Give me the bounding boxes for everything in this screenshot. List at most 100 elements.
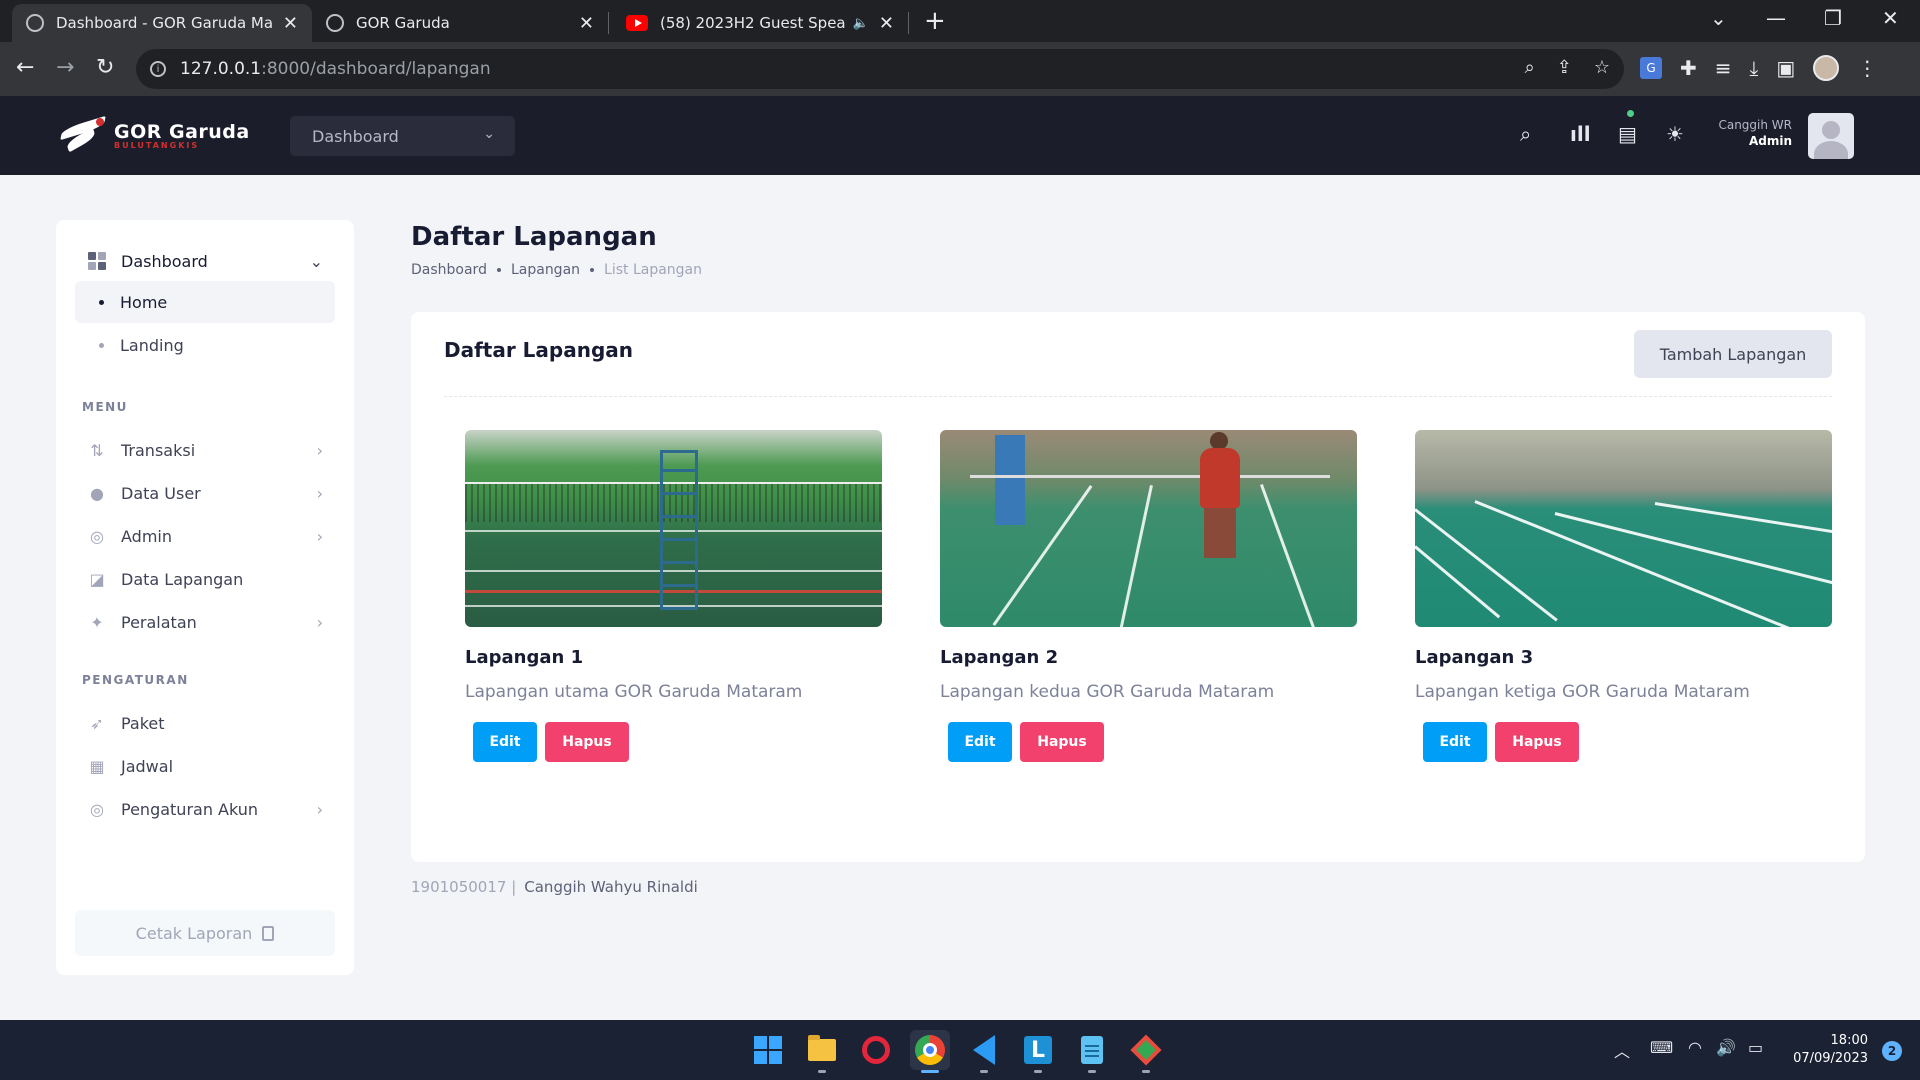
brand-title: GOR Garuda bbox=[114, 120, 250, 143]
court-description: Lapangan kedua GOR Garuda Mataram bbox=[940, 682, 1275, 702]
delete-button[interactable]: Hapus bbox=[1495, 722, 1579, 762]
download-icon[interactable]: ⤓ bbox=[1750, 56, 1759, 80]
url-path: :8000/dashboard/lapangan bbox=[261, 59, 491, 79]
delete-button[interactable]: Hapus bbox=[545, 722, 629, 762]
chat-icon[interactable]: ▤ bbox=[1618, 122, 1637, 146]
sidebar-item-label: Landing bbox=[120, 335, 184, 355]
taskbar-git[interactable] bbox=[1126, 1030, 1166, 1073]
speaker-icon[interactable]: 🔈 bbox=[853, 16, 869, 31]
breadcrumb-lapangan[interactable]: Lapangan bbox=[511, 262, 580, 278]
court-image bbox=[940, 430, 1357, 627]
site-info-icon[interactable]: i bbox=[150, 61, 166, 77]
omnibox-actions: ⌕ ⇪ ☆ bbox=[1525, 57, 1610, 78]
notification-center-badge[interactable]: 2 bbox=[1882, 1041, 1902, 1061]
media-control-icon[interactable]: ≡ bbox=[1715, 56, 1732, 80]
delete-button[interactable]: Hapus bbox=[1020, 722, 1104, 762]
tab-dashboard[interactable]: Dashboard - GOR Garuda Matara ✕ bbox=[12, 4, 312, 42]
page-title: Daftar Lapangan bbox=[411, 222, 657, 252]
zoom-icon[interactable]: ⌕ bbox=[1525, 57, 1535, 78]
menu-kebab-icon[interactable]: ⋮ bbox=[1857, 56, 1877, 80]
breadcrumb-separator bbox=[590, 268, 595, 272]
sidebar-item-label: Home bbox=[120, 292, 168, 312]
tab-title: Dashboard - GOR Garuda Matara bbox=[56, 14, 273, 32]
card-divider bbox=[444, 396, 1832, 397]
sidebar-item-pengaturan-akun[interactable]: ◎ Pengaturan Akun › bbox=[75, 788, 335, 830]
sidebar-item-label: Pengaturan Akun bbox=[121, 799, 259, 819]
translate-icon[interactable]: G bbox=[1640, 57, 1662, 79]
edit-button[interactable]: Edit bbox=[948, 722, 1012, 762]
maximize-button[interactable]: ❐ bbox=[1824, 6, 1842, 30]
minimize-button[interactable]: — bbox=[1766, 6, 1786, 30]
show-hidden-icons-chevron-icon[interactable]: ︿ bbox=[1614, 1038, 1630, 1062]
taskbar-vscode[interactable] bbox=[964, 1030, 1004, 1073]
extensions-area: G ✚ ≡ ⤓ ▣ ⋮ bbox=[1640, 55, 1877, 81]
profile-avatar[interactable] bbox=[1813, 55, 1840, 81]
tab-youtube[interactable]: (58) 2023H2 Guest Speaker S 🔈 ✕ bbox=[612, 4, 908, 42]
user-avatar[interactable] bbox=[1808, 113, 1854, 159]
add-court-button[interactable]: Tambah Lapangan bbox=[1634, 330, 1832, 378]
close-window-button[interactable]: ✕ bbox=[1882, 6, 1899, 30]
transaction-icon: ⇅ bbox=[90, 440, 104, 460]
taskbar-notepad[interactable] bbox=[1072, 1030, 1112, 1073]
taskbar-chrome[interactable] bbox=[910, 1030, 950, 1073]
notification-dot bbox=[1627, 110, 1634, 117]
sidebar-item-label: Data Lapangan bbox=[121, 569, 244, 589]
close-icon[interactable]: ✕ bbox=[579, 13, 594, 34]
sidebar-item-jadwal[interactable]: ▦ Jadwal bbox=[75, 745, 335, 787]
sidebar-item-transaksi[interactable]: ⇅ Transaksi › bbox=[75, 429, 335, 471]
volume-icon[interactable]: 🔊 bbox=[1716, 1038, 1736, 1057]
edit-button[interactable]: Edit bbox=[1423, 722, 1487, 762]
start-button[interactable] bbox=[748, 1030, 788, 1070]
bookmark-star-icon[interactable]: ☆ bbox=[1594, 57, 1610, 78]
sidebar-item-paket[interactable]: ➶ Paket bbox=[75, 702, 335, 744]
forward-button[interactable]: → bbox=[56, 55, 74, 80]
side-panel-icon[interactable]: ▣ bbox=[1776, 56, 1795, 80]
sidebar-item-home[interactable]: Home bbox=[75, 281, 335, 323]
court-actions: Edit Hapus bbox=[473, 722, 882, 762]
sidebar-item-admin[interactable]: ◎ Admin › bbox=[75, 515, 335, 557]
print-report-button[interactable]: Cetak Laporan bbox=[75, 910, 335, 956]
sidebar-item-label: Admin bbox=[121, 526, 172, 546]
globe-icon bbox=[26, 14, 44, 32]
tab-gor-garuda[interactable]: GOR Garuda ✕ bbox=[312, 4, 608, 42]
back-button[interactable]: ← bbox=[16, 55, 34, 80]
search-icon[interactable]: ⌕ bbox=[1520, 122, 1531, 146]
taskbar-opera[interactable] bbox=[856, 1030, 896, 1070]
court-description: Lapangan ketiga GOR Garuda Mataram bbox=[1415, 682, 1750, 702]
breadcrumb-dashboard[interactable]: Dashboard bbox=[411, 262, 487, 278]
extensions-icon[interactable]: ✚ bbox=[1680, 56, 1697, 80]
close-icon[interactable]: ✕ bbox=[879, 13, 894, 34]
taskbar: L ︿ ⌨ ◠ 🔊 ▭ 18:00 07/09/2023 2 bbox=[0, 1020, 1920, 1080]
court-image bbox=[465, 430, 882, 627]
close-icon[interactable]: ✕ bbox=[283, 13, 298, 34]
user-role: Admin bbox=[1748, 134, 1792, 148]
opera-icon bbox=[862, 1036, 890, 1064]
sidebar-item-peralatan[interactable]: ✦ Peralatan › bbox=[75, 601, 335, 643]
tab-search-icon[interactable]: ⌄ bbox=[1710, 6, 1727, 30]
chevron-right-icon: › bbox=[316, 799, 323, 819]
sidebar-item-label: Dashboard bbox=[121, 251, 208, 271]
theme-sun-icon[interactable]: ☀ bbox=[1666, 122, 1684, 146]
share-icon[interactable]: ⇪ bbox=[1557, 57, 1572, 78]
taskbar-file-explorer[interactable] bbox=[802, 1030, 842, 1073]
keyboard-icon[interactable]: ⌨ bbox=[1650, 1038, 1673, 1057]
sidebar-item-data-user[interactable]: ● Data User › bbox=[75, 472, 335, 514]
stats-icon[interactable]: ıll bbox=[1570, 122, 1591, 146]
calendar-icon: ▦ bbox=[89, 756, 105, 776]
battery-icon[interactable]: ▭ bbox=[1748, 1038, 1763, 1057]
brand-logo[interactable]: GOR Garuda BULUTANGKIS bbox=[60, 114, 250, 156]
reload-button[interactable]: ↻ bbox=[96, 55, 114, 80]
sidebar-item-landing[interactable]: Landing bbox=[75, 324, 335, 366]
taskbar-laragon[interactable]: L bbox=[1018, 1030, 1058, 1073]
address-bar[interactable]: i 127.0.0.1 :8000/dashboard/lapangan ⌕ ⇪… bbox=[136, 49, 1624, 89]
footer-author[interactable]: Canggih Wahyu Rinaldi bbox=[524, 878, 698, 896]
vscode-icon bbox=[973, 1035, 995, 1065]
header-menu-select[interactable]: Dashboard ⌄ bbox=[290, 116, 515, 156]
wifi-icon[interactable]: ◠ bbox=[1688, 1038, 1702, 1057]
edit-button[interactable]: Edit bbox=[473, 722, 537, 762]
sidebar-item-dashboard[interactable]: Dashboard ⌄ bbox=[75, 240, 335, 282]
new-tab-button[interactable]: + bbox=[924, 6, 946, 36]
footer-nim: 1901050017 | bbox=[411, 878, 517, 896]
sidebar-item-data-lapangan[interactable]: ◪ Data Lapangan bbox=[75, 558, 335, 600]
system-clock[interactable]: 18:00 07/09/2023 bbox=[1793, 1032, 1868, 1068]
